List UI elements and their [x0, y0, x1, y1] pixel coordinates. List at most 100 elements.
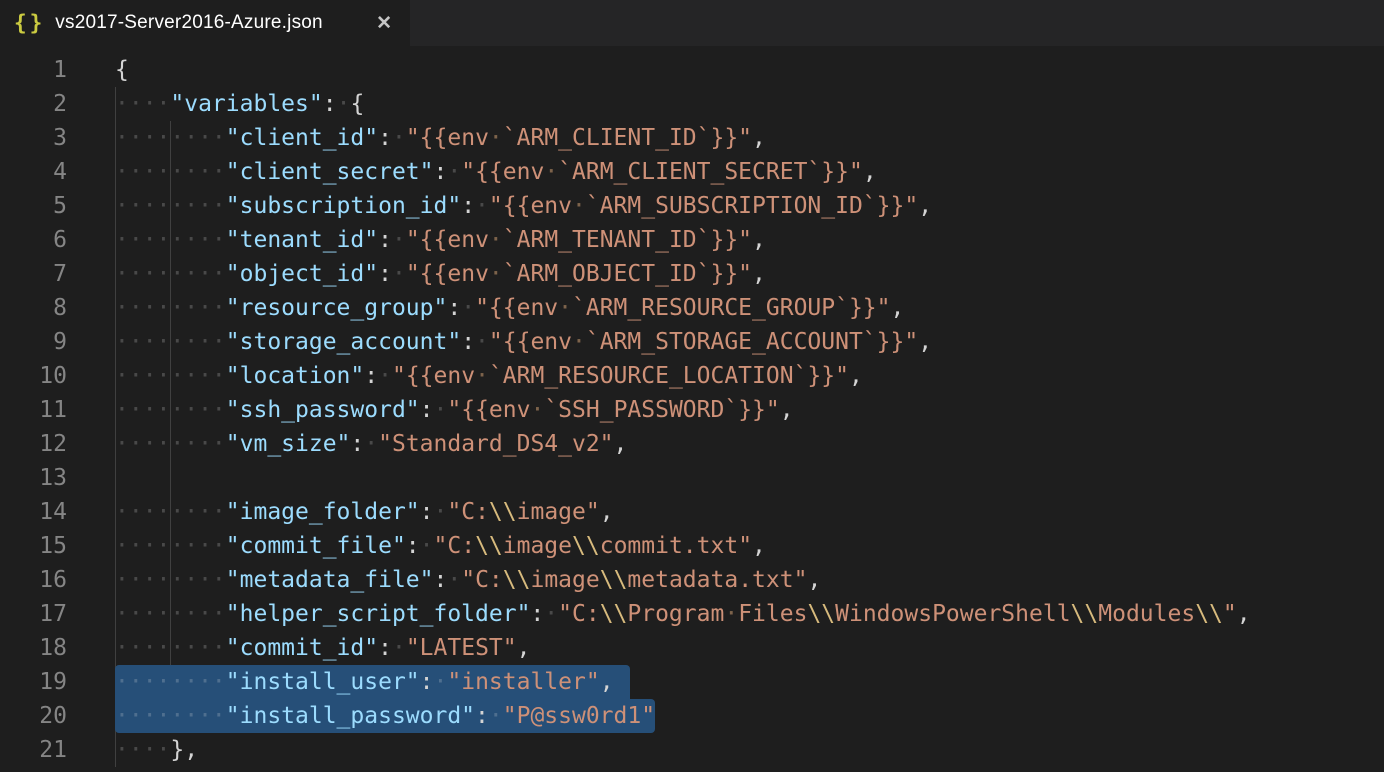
json-key: "install_user": [226, 669, 420, 695]
line-number: 5: [0, 189, 67, 223]
whitespace-dots: ········: [115, 295, 226, 321]
code-text: ········"client_id":·"{{env·`ARM_CLIENT_…: [115, 121, 766, 155]
json-string-value: "LATEST": [406, 635, 517, 661]
code-line[interactable]: 5········"subscription_id":·"{{env·`ARM_…: [0, 189, 1384, 223]
editor-window: {} vs2017-Server2016-Azure.json ✕ 1{2···…: [0, 0, 1384, 772]
whitespace-dots: ········: [115, 363, 226, 389]
code-line[interactable]: 1{: [0, 53, 1384, 87]
code-line[interactable]: 10········"location":·"{{env·`ARM_RESOUR…: [0, 359, 1384, 393]
json-punctuation: ,: [1237, 601, 1251, 627]
json-punctuation: ,: [807, 567, 821, 593]
escape-sequence: \\: [572, 533, 600, 559]
json-string-value: "P@ssw0rd1": [503, 703, 655, 729]
code-line[interactable]: 17········"helper_script_folder":·"C:\\P…: [0, 597, 1384, 631]
json-string-value: "{{env: [406, 261, 489, 287]
json-key: "storage_account": [226, 329, 461, 355]
whitespace-dots: ········: [115, 125, 226, 151]
code-line[interactable]: 18········"commit_id":·"LATEST",: [0, 631, 1384, 665]
tab-vs2017-server2016-azure-json[interactable]: {} vs2017-Server2016-Azure.json ✕: [0, 0, 410, 46]
whitespace-dots: ········: [115, 159, 226, 185]
code-line[interactable]: 16········"metadata_file":·"C:\\image\\m…: [0, 563, 1384, 597]
code-text: ········"object_id":·"{{env·`ARM_OBJECT_…: [115, 257, 766, 291]
code-text: ········"commit_id":·"LATEST",: [115, 631, 530, 665]
whitespace-dots: ·: [447, 567, 461, 593]
json-key: "helper_script_folder": [226, 601, 531, 627]
whitespace-dots: ·: [392, 635, 406, 661]
code-text: ········"helper_script_folder":·"C:\\Pro…: [115, 597, 1251, 631]
code-line[interactable]: 9········"storage_account":·"{{env·`ARM_…: [0, 325, 1384, 359]
whitespace-dots: ········: [115, 635, 226, 661]
code-line[interactable]: 12········"vm_size":·"Standard_DS4_v2",: [0, 427, 1384, 461]
whitespace-dots: ·: [434, 397, 448, 423]
json-string-value: "{{env: [489, 329, 572, 355]
json-string-value: "C:: [558, 601, 600, 627]
json-string-value: "{{env: [461, 159, 544, 185]
json-punctuation: :: [350, 431, 364, 457]
whitespace-dots: ·: [572, 329, 586, 355]
whitespace-dots: ·: [544, 601, 558, 627]
code-line[interactable]: 4········"client_secret":·"{{env·`ARM_CL…: [0, 155, 1384, 189]
line-number: 2: [0, 87, 67, 121]
json-punctuation: :: [420, 499, 434, 525]
json-punctuation: :: [378, 125, 392, 151]
code-line[interactable]: 6········"tenant_id":·"{{env·`ARM_TENANT…: [0, 223, 1384, 257]
code-line[interactable]: 8········"resource_group":·"{{env·`ARM_R…: [0, 291, 1384, 325]
code-editor[interactable]: 1{2····"variables":·{3········"client_id…: [0, 46, 1384, 772]
line-number: 3: [0, 121, 67, 155]
line-number: 19: [0, 665, 67, 699]
json-string-value: `ARM_RESOURCE_GROUP`}}": [572, 295, 891, 321]
whitespace-dots: ·: [392, 125, 406, 151]
escape-sequence: \\: [600, 601, 628, 627]
escape-sequence: \\: [1071, 601, 1099, 627]
code-line[interactable]: 2····"variables":·{: [0, 87, 1384, 121]
code-line[interactable]: 15········"commit_file":·"C:\\image\\com…: [0, 529, 1384, 563]
code-text: ········"vm_size":·"Standard_DS4_v2",: [115, 427, 627, 461]
whitespace-dots: ·: [558, 295, 572, 321]
json-punctuation: },: [170, 737, 198, 763]
whitespace-dots: ·: [364, 431, 378, 457]
code-text: ········"location":·"{{env·`ARM_RESOURCE…: [115, 359, 863, 393]
close-tab-icon[interactable]: ✕: [372, 10, 396, 37]
json-punctuation: {: [350, 91, 364, 117]
whitespace-dots: ········: [115, 601, 226, 627]
whitespace-dots: ·: [489, 227, 503, 253]
line-number: 14: [0, 495, 67, 529]
whitespace-dots: ········: [115, 499, 226, 525]
line-number: 7: [0, 257, 67, 291]
tab-filename: vs2017-Server2016-Azure.json: [55, 12, 323, 34]
whitespace-dots: ·: [544, 159, 558, 185]
json-string-value: `ARM_STORAGE_ACCOUNT`}}": [586, 329, 918, 355]
json-string-value: "C:: [461, 567, 503, 593]
code-line[interactable]: 11········"ssh_password":·"{{env·`SSH_PA…: [0, 393, 1384, 427]
json-punctuation: :: [323, 91, 337, 117]
code-line[interactable]: 3 ········"client_id":·"{{env·`ARM_CLIENT…: [0, 121, 1384, 155]
json-punctuation: ,: [849, 363, 863, 389]
code-text: ········"image_folder":·"C:\\image",: [115, 495, 614, 529]
json-punctuation: :: [364, 363, 378, 389]
code-line[interactable]: 7 ········"object_id":·"{{env·`ARM_OBJECT…: [0, 257, 1384, 291]
code-line[interactable]: 21····},: [0, 733, 1384, 767]
code-line[interactable]: 20········"install_password":·"P@ssw0rd1…: [0, 699, 1384, 733]
line-number: 6: [0, 223, 67, 257]
code-lines: 1{2····"variables":·{3········"client_id…: [0, 53, 1384, 767]
whitespace-dots: ·: [447, 159, 461, 185]
tab-bar: {} vs2017-Server2016-Azure.json ✕: [0, 0, 1384, 46]
json-file-icon: {}: [14, 11, 45, 35]
json-string-value: Program: [627, 601, 724, 627]
json-string-value: "{{env: [406, 125, 489, 151]
json-punctuation: :: [378, 635, 392, 661]
json-string-value: `ARM_CLIENT_SECRET`}}": [558, 159, 863, 185]
escape-sequence: \\: [503, 567, 531, 593]
whitespace-dots: ·: [475, 193, 489, 219]
code-text: ········"client_secret":·"{{env·`ARM_CLI…: [115, 155, 877, 189]
json-punctuation: :: [447, 295, 461, 321]
code-line[interactable]: 19········"install_user":·"installer",: [0, 665, 1384, 699]
code-line[interactable]: 14 ········"image_folder":·"C:\\image",: [0, 495, 1384, 529]
json-string-value: "{{env: [489, 193, 572, 219]
line-number: 17: [0, 597, 67, 631]
json-string-value: commit.txt": [600, 533, 752, 559]
whitespace-dots: ·: [420, 533, 434, 559]
json-string-value: image": [517, 499, 600, 525]
whitespace-dots: ····: [115, 91, 170, 117]
code-line[interactable]: 13: [0, 461, 1384, 495]
